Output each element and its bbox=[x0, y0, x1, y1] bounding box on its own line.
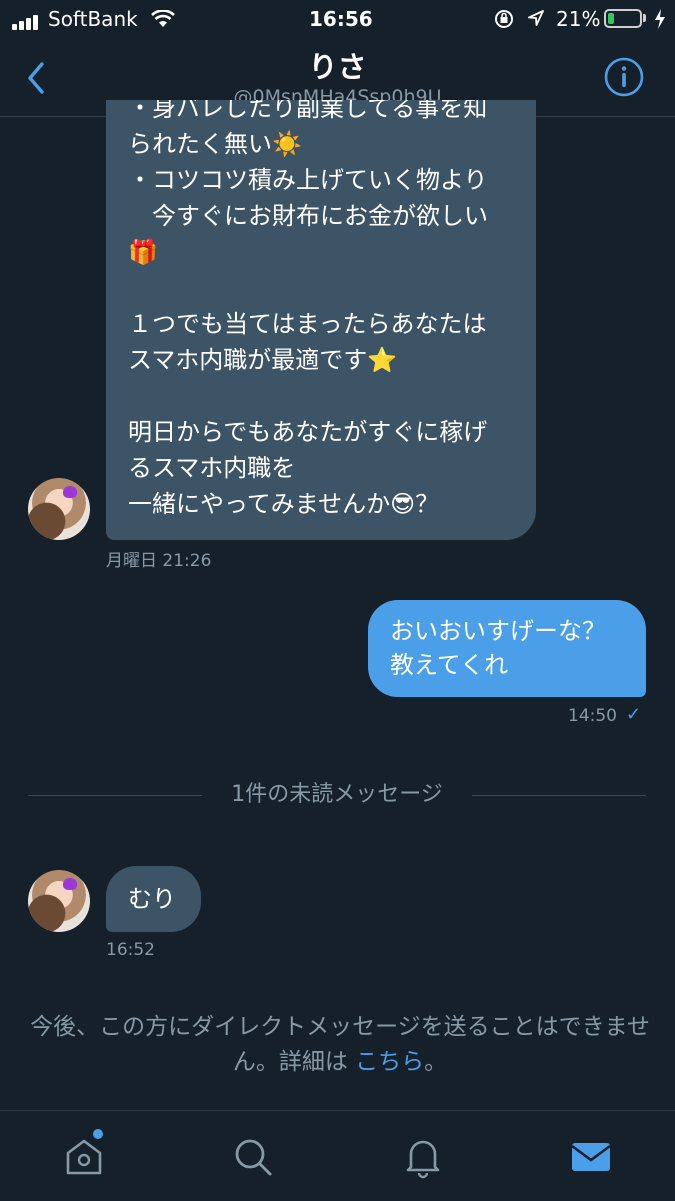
wifi-icon bbox=[151, 10, 175, 27]
status-bar: SoftBank 16:56 21% bbox=[0, 0, 675, 38]
battery-percent: 21% bbox=[556, 7, 601, 31]
message-text: むり bbox=[128, 885, 176, 913]
clock: 16:56 bbox=[309, 7, 373, 31]
home-icon[interactable] bbox=[60, 1133, 108, 1181]
carrier-label: SoftBank bbox=[48, 7, 138, 31]
message-timestamp: 16:52 bbox=[106, 940, 155, 960]
avatar[interactable] bbox=[28, 870, 90, 932]
bell-icon[interactable] bbox=[399, 1133, 447, 1181]
read-check-icon: ✓ bbox=[626, 704, 642, 725]
battery-icon bbox=[604, 9, 642, 28]
avatar[interactable] bbox=[28, 478, 90, 540]
message-text: おいおいすげーな？ 教えてくれ bbox=[390, 617, 606, 679]
dm-disabled-notice: 今後、この方にダイレクトメッセージを送ることはできません。詳細は こちら。 bbox=[20, 1010, 660, 1080]
rotation-lock-icon bbox=[495, 10, 513, 28]
search-icon[interactable] bbox=[229, 1133, 277, 1181]
signal-icon bbox=[12, 11, 40, 30]
battery-nub bbox=[643, 14, 646, 22]
message-timestamp: 月曜日 21:26 bbox=[106, 551, 212, 571]
tab-bar bbox=[0, 1110, 675, 1201]
notice-suffix: 。 bbox=[424, 1049, 448, 1075]
mail-icon[interactable] bbox=[567, 1133, 615, 1181]
outgoing-message-bubble[interactable]: おいおいすげーな？ 教えてくれ bbox=[368, 600, 646, 697]
unread-divider-label: 1件の未読メッセージ bbox=[231, 782, 443, 807]
incoming-message-bubble[interactable]: むり bbox=[106, 866, 201, 932]
location-arrow-icon bbox=[528, 10, 544, 26]
unread-divider: 1件の未読メッセージ bbox=[28, 776, 646, 807]
contact-name[interactable]: りさ bbox=[0, 44, 675, 86]
message-timestamp: 14:50 bbox=[568, 706, 617, 726]
incoming-message-bubble[interactable]: ・身バレしたり副業してる事を知 られたく無い☀️ ・コツコツ積み上げていく物より… bbox=[106, 100, 536, 540]
message-text: ・身バレしたり副業してる事を知 られたく無い☀️ ・コツコツ積み上げていく物より… bbox=[128, 100, 488, 518]
notice-text: 今後、この方にダイレクトメッセージを送ることはできません。詳細は bbox=[30, 1014, 650, 1075]
new-activity-dot bbox=[93, 1129, 103, 1139]
info-button[interactable] bbox=[603, 56, 645, 98]
learn-more-link[interactable]: こちら bbox=[355, 1049, 424, 1075]
charging-bolt-icon bbox=[655, 9, 665, 29]
